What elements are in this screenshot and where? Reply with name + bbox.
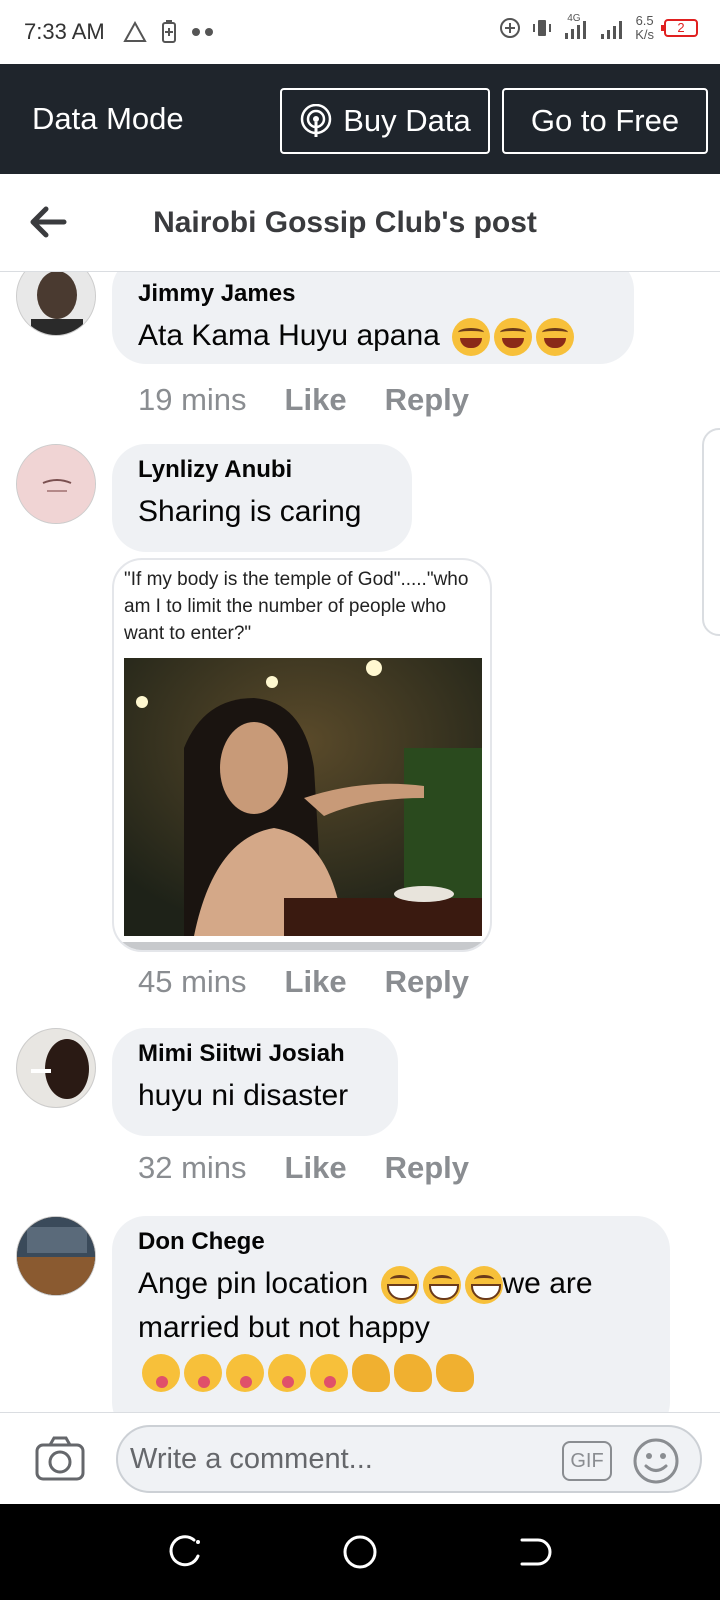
comment-author[interactable]: Jimmy James bbox=[138, 280, 608, 308]
side-scroll-tab[interactable] bbox=[702, 428, 720, 636]
status-left-icons bbox=[123, 20, 215, 44]
warning-icon bbox=[123, 21, 147, 42]
avatar[interactable] bbox=[16, 444, 96, 524]
laugh-emoji-icon bbox=[536, 318, 575, 357]
comment-text: Ange pin location we are married but not… bbox=[138, 1262, 644, 1394]
comment-item: Jimmy James Ata Kama Huyu apana 19 mins … bbox=[0, 272, 720, 426]
yum-emoji-icon bbox=[184, 1354, 222, 1393]
comment-composer: GIF bbox=[0, 1412, 720, 1504]
comment-time: 32 mins bbox=[138, 1150, 247, 1185]
comment-text-part1: Ange pin location bbox=[138, 1267, 369, 1300]
muscle-emoji-icon bbox=[352, 1354, 390, 1393]
emoji-picker-icon[interactable] bbox=[632, 1437, 680, 1485]
attachment-caption: "If my body is the temple of God"....."w… bbox=[124, 569, 469, 644]
data-mode-bar: Data Mode Buy Data Go to Free bbox=[0, 64, 720, 174]
buy-data-label: Buy Data bbox=[343, 103, 471, 138]
laugh-emoji-icon bbox=[452, 318, 491, 357]
attachment-scroll-indicator bbox=[114, 942, 490, 950]
page-title: Nairobi Gossip Club's post bbox=[153, 206, 537, 239]
comment-bubble[interactable]: Lynlizy Anubi Sharing is caring bbox=[112, 444, 412, 552]
comment-item: Don Chege Ange pin location we are marri… bbox=[0, 1216, 720, 1412]
like-button[interactable]: Like bbox=[285, 1150, 347, 1186]
reply-button[interactable]: Reply bbox=[385, 964, 469, 1000]
yum-emoji-icon bbox=[310, 1354, 348, 1393]
go-to-free-label: Go to Free bbox=[530, 103, 680, 138]
camera-icon[interactable] bbox=[34, 1435, 86, 1483]
like-button[interactable]: Like bbox=[285, 964, 347, 1000]
gif-button[interactable]: GIF bbox=[562, 1441, 612, 1481]
comments-list: Jimmy James Ata Kama Huyu apana 19 mins … bbox=[0, 272, 720, 1412]
muscle-emoji-icon bbox=[436, 1354, 474, 1393]
data-mode-title: Data Mode bbox=[32, 101, 184, 136]
battery-saver-icon bbox=[161, 20, 176, 43]
data-saver-icon bbox=[500, 18, 521, 38]
status-bar: 7:33 AM 4G 6.5 K/s 2 bbox=[0, 0, 720, 64]
comment-time: 19 mins bbox=[138, 382, 247, 417]
avatar[interactable] bbox=[16, 1028, 96, 1108]
comment-item: Mimi Siitwi Josiah huyu ni disaster 32 m… bbox=[0, 1028, 720, 1208]
status-time: 7:33 AM bbox=[24, 19, 105, 44]
yum-emoji-icon bbox=[226, 1354, 264, 1393]
comment-input[interactable] bbox=[116, 1425, 702, 1493]
comment-text: Ata Kama Huyu apana bbox=[138, 314, 608, 358]
comment-text: huyu ni disaster bbox=[138, 1079, 349, 1112]
grin-emoji-icon bbox=[380, 1266, 419, 1305]
back-icon[interactable] bbox=[514, 1532, 554, 1572]
reply-button[interactable]: Reply bbox=[385, 1150, 469, 1186]
yum-emoji-icon bbox=[142, 1354, 180, 1393]
net-speed-unit: K/s bbox=[635, 27, 654, 42]
buy-data-button[interactable]: Buy Data bbox=[280, 88, 490, 154]
avatar[interactable] bbox=[16, 1216, 96, 1296]
comment-image-attachment[interactable]: "If my body is the temple of God"....."w… bbox=[112, 558, 492, 952]
signal-4g-icon: 4G bbox=[563, 13, 589, 41]
comment-bubble[interactable]: Mimi Siitwi Josiah huyu ni disaster bbox=[112, 1028, 398, 1136]
net-speed-value: 6.5 bbox=[635, 13, 654, 28]
go-to-free-button[interactable]: Go to Free bbox=[502, 88, 708, 154]
home-icon[interactable] bbox=[340, 1532, 380, 1572]
comment-bubble[interactable]: Jimmy James Ata Kama Huyu apana bbox=[112, 272, 634, 364]
system-nav-bar bbox=[0, 1504, 720, 1600]
comment-bubble[interactable]: Don Chege Ange pin location we are marri… bbox=[112, 1216, 670, 1412]
like-button[interactable]: Like bbox=[285, 382, 347, 418]
muscle-emoji-icon bbox=[394, 1354, 432, 1393]
comment-meta: 45 mins Like Reply bbox=[138, 964, 469, 1000]
comment-time: 45 mins bbox=[138, 964, 247, 999]
signal-icon bbox=[601, 21, 623, 39]
broadcast-icon bbox=[300, 104, 332, 137]
network-label: 4G bbox=[567, 13, 581, 24]
net-speed: 6.5 K/s bbox=[635, 14, 654, 42]
comment-meta: 19 mins Like Reply bbox=[138, 382, 469, 418]
comment-author[interactable]: Mimi Siitwi Josiah bbox=[138, 1040, 372, 1068]
reply-button[interactable]: Reply bbox=[385, 382, 469, 418]
comment-author[interactable]: Lynlizy Anubi bbox=[138, 456, 386, 484]
comment-author[interactable]: Don Chege bbox=[138, 1228, 644, 1256]
comment-text-body: Ata Kama Huyu apana bbox=[138, 319, 440, 352]
comment-meta: 32 mins Like Reply bbox=[138, 1150, 469, 1186]
laugh-emoji-icon bbox=[494, 318, 533, 357]
battery-icon: 2 bbox=[661, 19, 698, 37]
vibrate-icon bbox=[533, 20, 552, 36]
yum-emoji-icon bbox=[268, 1354, 306, 1393]
status-right-icons: 4G 6.5 K/s 2 bbox=[499, 13, 698, 42]
recents-icon[interactable] bbox=[166, 1532, 206, 1572]
grin-emoji-icon bbox=[464, 1266, 503, 1305]
comment-text: Sharing is caring bbox=[138, 495, 362, 528]
attachment-photo bbox=[124, 658, 482, 936]
grin-emoji-icon bbox=[422, 1266, 461, 1305]
more-notifications-icon bbox=[191, 28, 213, 36]
comment-item: Lynlizy Anubi Sharing is caring "If my b… bbox=[0, 444, 720, 1004]
avatar[interactable] bbox=[16, 272, 96, 336]
post-header: Nairobi Gossip Club's post bbox=[0, 174, 720, 272]
